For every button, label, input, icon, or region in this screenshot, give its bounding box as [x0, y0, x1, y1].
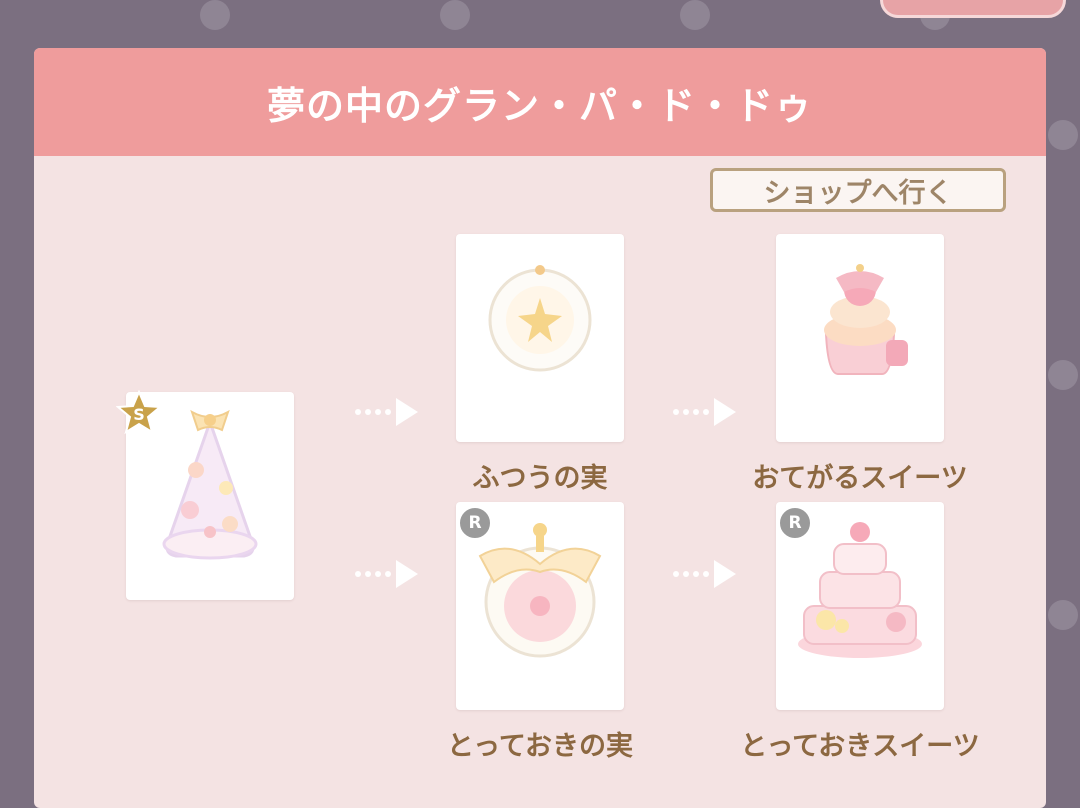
- recipe-dialog: 夢の中のグラン・パ・ド・ドゥ ショップへ行く S ふつうの実 おてがるスイーツ …: [34, 48, 1046, 808]
- cupcake-icon: [824, 264, 908, 375]
- go-to-shop-button[interactable]: ショップへ行く: [710, 168, 1006, 212]
- rarity-r-badge: R: [778, 506, 812, 540]
- result-card-casual[interactable]: [776, 234, 944, 442]
- ingredient-card-special[interactable]: R: [456, 502, 624, 710]
- arrow-right-icon: [673, 398, 736, 426]
- arrow-right-icon: [673, 560, 736, 588]
- star-fruit-icon: [488, 265, 592, 372]
- ingredient-card-normal[interactable]: [456, 234, 624, 442]
- result-label: とっておきスイーツ: [740, 731, 980, 762]
- dialog-title: 夢の中のグラン・パ・ド・ドゥ: [266, 83, 813, 128]
- result-label: おてがるスイーツ: [752, 463, 968, 494]
- ingredient-label: ふつうの実: [472, 463, 608, 494]
- ingredient-label: とっておきの実: [446, 731, 634, 762]
- rarity-r-badge: R: [458, 506, 492, 540]
- arrow-right-icon: [355, 398, 418, 426]
- result-card-special[interactable]: R: [776, 502, 944, 710]
- top-badge: [880, 0, 1066, 18]
- cake-tower-icon: [162, 409, 258, 560]
- source-item-card[interactable]: S: [116, 390, 294, 600]
- arrow-right-icon: [355, 560, 418, 588]
- dialog-header: 夢の中のグラン・パ・ド・ドゥ: [34, 48, 1046, 156]
